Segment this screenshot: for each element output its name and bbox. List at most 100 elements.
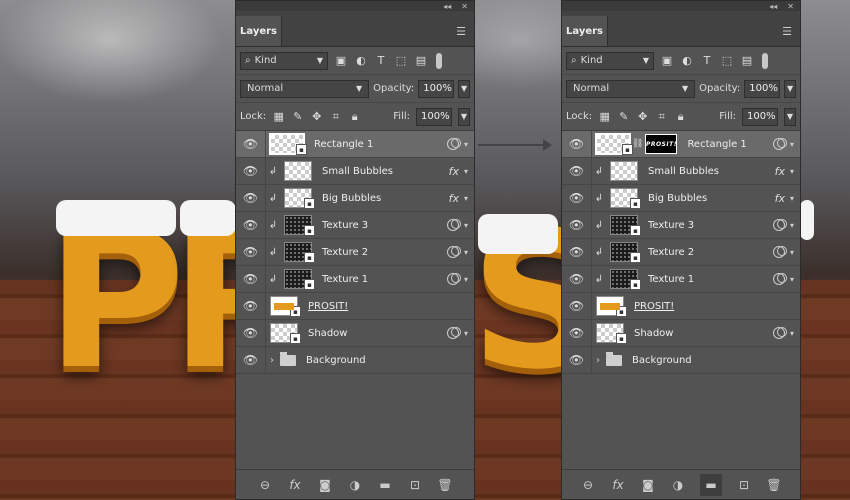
lock-all-icon[interactable]: 🔒︎: [674, 110, 687, 123]
blend-mode-dropdown[interactable]: Normal ▼: [240, 79, 370, 98]
eye-icon[interactable]: 👁︎: [236, 212, 266, 238]
layer-row[interactable]: 👁︎ ↲ Small Bubbles fx ▾: [236, 158, 474, 185]
kind-filter-dropdown[interactable]: ⌕ Kind ▼: [240, 51, 328, 70]
opacity-dropdown[interactable]: ▼: [458, 79, 470, 98]
chevron-down-icon[interactable]: ▾: [790, 140, 794, 149]
filter-toggle[interactable]: [436, 52, 442, 69]
layer-row[interactable]: 👁︎ ↲ ▪ Texture 1 ▾: [236, 266, 474, 293]
lock-transparency-icon[interactable]: ▦: [272, 110, 285, 123]
chevron-down-icon[interactable]: ▾: [464, 221, 468, 230]
add-mask-icon[interactable]: ◙: [317, 477, 333, 493]
chevron-down-icon[interactable]: ▾: [464, 194, 468, 203]
layer-name[interactable]: Small Bubbles: [648, 166, 719, 177]
fx-icon[interactable]: fx: [610, 477, 626, 493]
layer-name[interactable]: Small Bubbles: [322, 166, 393, 177]
expand-arrow-icon[interactable]: ›: [270, 355, 274, 366]
eye-icon[interactable]: 👁︎: [562, 212, 592, 238]
close-icon[interactable]: ✕: [461, 2, 468, 11]
filter-toggle[interactable]: [762, 52, 768, 69]
chevron-down-icon[interactable]: ▾: [464, 140, 468, 149]
new-group-icon[interactable]: ▬: [700, 473, 722, 496]
fill-dropdown[interactable]: ▼: [458, 107, 470, 126]
eye-icon[interactable]: 👁︎: [562, 293, 592, 319]
layer-name[interactable]: Rectangle 1: [314, 139, 373, 150]
layer-row[interactable]: 👁︎ › Background: [562, 347, 800, 374]
lock-brush-icon[interactable]: ✎: [617, 110, 630, 123]
chevron-down-icon[interactable]: ▾: [790, 248, 794, 257]
new-layer-icon[interactable]: ⊡: [736, 477, 752, 493]
chevron-down-icon[interactable]: ▾: [464, 329, 468, 338]
layer-row[interactable]: 👁︎ ↲ Small Bubbles fx ▾: [562, 158, 800, 185]
add-mask-icon[interactable]: ◙: [640, 477, 656, 493]
opacity-dropdown[interactable]: ▼: [784, 79, 796, 98]
layer-name[interactable]: Background: [632, 355, 692, 366]
layer-name[interactable]: Big Bubbles: [648, 193, 707, 204]
lock-artboard-icon[interactable]: ⌗: [655, 110, 668, 123]
layer-name[interactable]: Background: [306, 355, 366, 366]
lock-artboard-icon[interactable]: ⌗: [329, 110, 342, 123]
smart-object-filter-icon[interactable]: ▤: [740, 54, 754, 68]
panel-menu-icon[interactable]: ☰: [782, 25, 792, 38]
collapse-icon[interactable]: ◂◂: [769, 2, 777, 11]
chevron-down-icon[interactable]: ▾: [464, 167, 468, 176]
eye-icon[interactable]: 👁︎: [562, 185, 592, 211]
eye-icon[interactable]: 👁︎: [562, 347, 592, 373]
opacity-field[interactable]: 100%: [418, 79, 455, 98]
layer-name[interactable]: Texture 1: [322, 274, 368, 285]
fill-field[interactable]: 100%: [416, 107, 452, 126]
layer-name[interactable]: Texture 1: [648, 274, 694, 285]
layer-name[interactable]: Shadow: [308, 328, 347, 339]
chevron-down-icon[interactable]: ▾: [790, 194, 794, 203]
layer-row[interactable]: 👁︎ ↲ ▪ Big Bubbles fx ▾: [236, 185, 474, 212]
chevron-down-icon[interactable]: ▾: [790, 329, 794, 338]
layer-row[interactable]: 👁︎ ↲ ▪ Texture 2 ▾: [562, 239, 800, 266]
eye-icon[interactable]: 👁︎: [236, 266, 266, 292]
eye-icon[interactable]: 👁︎: [562, 266, 592, 292]
fill-dropdown[interactable]: ▼: [784, 107, 796, 126]
eye-icon[interactable]: 👁︎: [562, 239, 592, 265]
layer-name[interactable]: PROSIT!: [634, 301, 674, 312]
adjustment-layer-icon[interactable]: ◑: [347, 477, 363, 493]
adjustment-filter-icon[interactable]: ◐: [680, 54, 694, 68]
layer-row[interactable]: 👁︎ ↲ ▪ Texture 3 ▾: [562, 212, 800, 239]
layer-mask-thumbnail[interactable]: PROSIT!: [645, 134, 678, 154]
image-filter-icon[interactable]: ▣: [334, 54, 348, 68]
eye-icon[interactable]: 👁︎: [562, 320, 592, 346]
type-filter-icon[interactable]: T: [700, 54, 714, 68]
fill-field[interactable]: 100%: [742, 107, 778, 126]
fx-icon[interactable]: fx: [449, 192, 459, 205]
lock-transparency-icon[interactable]: ▦: [598, 110, 611, 123]
collapse-icon[interactable]: ◂◂: [443, 2, 451, 11]
shape-filter-icon[interactable]: ⬚: [394, 54, 408, 68]
eye-icon[interactable]: 👁︎: [236, 185, 266, 211]
kind-filter-dropdown[interactable]: ⌕ Kind ▼: [566, 51, 654, 70]
smart-object-filter-icon[interactable]: ▤: [414, 54, 428, 68]
layer-row[interactable]: 👁︎ ▪ ⛓︎ PROSIT! Rectangle 1 ▾: [562, 131, 800, 158]
fx-icon[interactable]: fx: [775, 165, 785, 178]
layer-name[interactable]: Texture 2: [648, 247, 694, 258]
eye-icon[interactable]: 👁︎: [236, 131, 266, 157]
link-layers-icon[interactable]: ⊖: [257, 477, 273, 493]
fx-icon[interactable]: fx: [287, 477, 303, 493]
type-filter-icon[interactable]: T: [374, 54, 388, 68]
layer-name[interactable]: Texture 3: [648, 220, 694, 231]
lock-position-icon[interactable]: ✥: [636, 110, 649, 123]
chevron-down-icon[interactable]: ▾: [464, 248, 468, 257]
eye-icon[interactable]: 👁︎: [562, 158, 592, 184]
layer-name[interactable]: PROSIT!: [308, 301, 348, 312]
layer-row[interactable]: 👁︎ ▪ Shadow ▾: [562, 320, 800, 347]
layer-row[interactable]: 👁︎ ↲ ▪ Texture 3 ▾: [236, 212, 474, 239]
trash-icon[interactable]: 🗑︎: [437, 477, 453, 493]
layer-row[interactable]: 👁︎ ▪ PROSIT!: [236, 293, 474, 320]
layer-row[interactable]: 👁︎ ▪ Rectangle 1 ▾: [236, 131, 474, 158]
layer-row[interactable]: 👁︎ ↲ ▪ Big Bubbles fx ▾: [562, 185, 800, 212]
chevron-down-icon[interactable]: ▾: [790, 167, 794, 176]
image-filter-icon[interactable]: ▣: [660, 54, 674, 68]
eye-icon[interactable]: 👁︎: [236, 320, 266, 346]
lock-brush-icon[interactable]: ✎: [291, 110, 304, 123]
chain-link-icon[interactable]: ⛓︎: [632, 139, 643, 149]
layer-row[interactable]: 👁︎ ↲ ▪ Texture 1 ▾: [562, 266, 800, 293]
layer-row[interactable]: 👁︎ ▪ PROSIT!: [562, 293, 800, 320]
eye-icon[interactable]: 👁︎: [236, 347, 266, 373]
layer-name[interactable]: Rectangle 1: [687, 139, 746, 150]
